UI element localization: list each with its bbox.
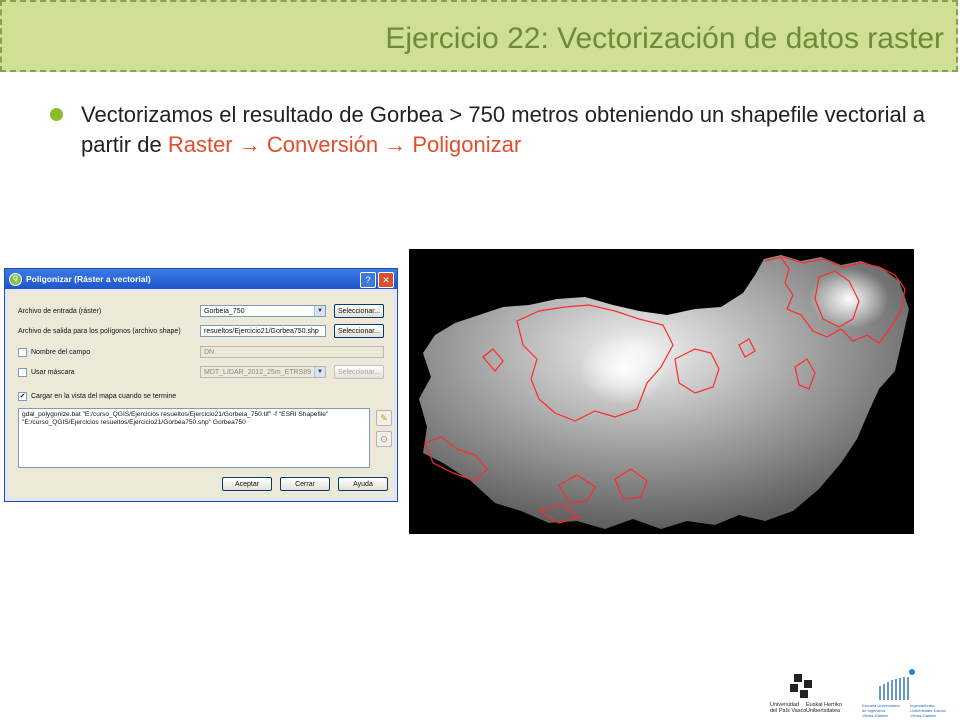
load-checkbox[interactable]: ✔ <box>18 391 27 401</box>
help-button[interactable]: Ayuda <box>338 477 388 491</box>
peak-highlight <box>579 334 669 404</box>
field-name-checkbox[interactable] <box>18 347 27 357</box>
field-name-input[interactable]: DN <box>200 346 384 358</box>
dialog-body: Archivo de entrada (ráster) Gorbeia_750 … <box>8 291 394 498</box>
field-name-label: Nombre del campo <box>31 348 91 356</box>
dialog-titlebar[interactable]: Q Poligonizar (Ráster a vectorial) <box>5 269 397 289</box>
mask-row: Usar máscara <box>18 366 75 378</box>
edit-pencil-icon[interactable]: ✎ <box>376 410 392 426</box>
school-text-6: Vitoria-Gasteiz <box>910 713 936 718</box>
slide-title: Ejercicio 22: Vectorización de datos ras… <box>385 22 944 55</box>
select-input-button[interactable]: Seleccionar... <box>334 304 384 318</box>
input-label: Archivo de entrada (ráster) <box>18 307 102 315</box>
load-row: ✔ Cargar en la vista del mapa cuando se … <box>18 390 176 402</box>
reset-icon[interactable]: ⊙ <box>376 431 392 447</box>
input-row: Archivo de entrada (ráster) <box>18 305 101 317</box>
mask-select[interactable]: MDT_LIDAR_2012_25m_ETRS89 ▼ <box>200 366 326 378</box>
qgis-icon: Q <box>9 272 22 286</box>
select-mask-button[interactable]: Seleccionar... <box>334 365 384 379</box>
close-icon[interactable]: ✕ <box>378 272 394 288</box>
mask-checkbox[interactable] <box>18 367 27 377</box>
polygonize-dialog: Q Poligonizar (Ráster a vectorial) ? ✕ A… <box>4 268 398 502</box>
output-row: Archivo de salida para los polígonos (ar… <box>18 325 181 337</box>
input-raster-value: Gorbeia_750 <box>204 308 245 315</box>
input-raster-select[interactable]: Gorbeia_750 ▼ <box>200 305 326 317</box>
chevron-down-icon[interactable]: ▼ <box>314 306 325 316</box>
mask-value: MDT_LIDAR_2012_25m_ETRS89 <box>204 369 311 376</box>
command-textarea[interactable]: gdal_polygonize.bat "E:/curso_QGIS/Ejerc… <box>18 408 370 468</box>
select-output-button[interactable]: Seleccionar... <box>334 324 384 338</box>
upv-line2: del País Vasco <box>770 708 806 714</box>
school-logo-graphic: Escuela Universitaria de Ingeniería Vito… <box>862 669 946 718</box>
ehu-line2: Unibertsitatea <box>806 708 841 714</box>
raster-map <box>419 255 909 529</box>
window-controls: ? ✕ <box>360 272 394 288</box>
upv-ehu-logo: Universidad del País Vasco Euskal Herrik… <box>770 672 850 720</box>
field-name-row: Nombre del campo <box>18 346 90 358</box>
close-button[interactable]: Cerrar <box>280 477 330 491</box>
accept-button[interactable]: Aceptar <box>222 477 272 491</box>
chevron-down-icon[interactable]: ▼ <box>314 367 325 377</box>
bullet-text: Vectorizamos el resultado de Gorbea > 75… <box>81 100 925 160</box>
dialog-title: Poligonizar (Ráster a vectorial) <box>26 274 151 284</box>
output-label: Archivo de salida para los polígonos (ar… <box>18 327 181 335</box>
school-logo: Escuela Universitaria de Ingeniería Vito… <box>860 666 955 720</box>
bullet-item: Vectorizamos el resultado de Gorbea > 75… <box>50 100 925 160</box>
output-file-input[interactable]: resueltos/Ejercicio21/Gorbea750.shp <box>200 325 326 337</box>
menu-path: Raster → Conversión → Poligonizar <box>167 132 522 157</box>
title-band: Ejercicio 22: Vectorización de datos ras… <box>0 0 958 72</box>
map-view <box>409 249 914 534</box>
bullet-dot-icon <box>50 108 63 121</box>
mask-label: Usar máscara <box>31 368 75 376</box>
peak-highlight <box>809 269 889 329</box>
help-icon[interactable]: ? <box>360 272 376 288</box>
school-text-3: Vitoria-Gasteiz <box>862 713 888 718</box>
upv-ehu-logo-graphic: Universidad del País Vasco Euskal Herrik… <box>770 674 842 714</box>
load-label: Cargar en la vista del mapa cuando se te… <box>31 392 177 400</box>
